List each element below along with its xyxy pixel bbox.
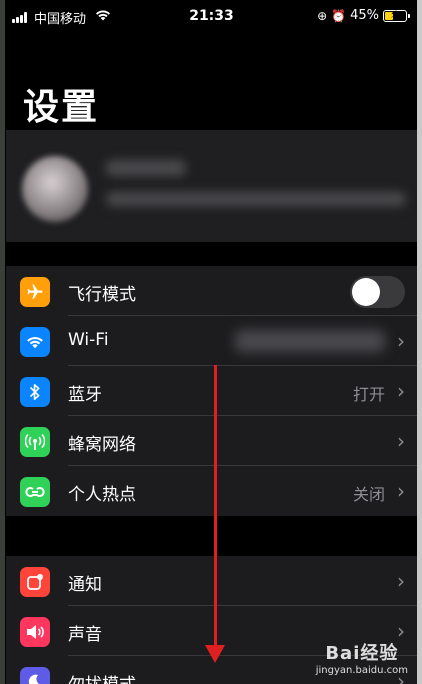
baidu-jingyan-watermark: Bai经验 jingyan.baidu.com [315, 643, 408, 676]
profile-name-blurred [106, 160, 186, 176]
settings-row-label: 蜂窝网络 [68, 435, 136, 455]
battery-percent: 45% [350, 8, 379, 23]
moon-icon [20, 667, 50, 684]
sound-icon [20, 617, 50, 647]
wifi-network-name-blurred [235, 330, 385, 352]
charging-bolt-icon: ⚡ [390, 7, 398, 21]
alarm-icon: ⏰ [331, 8, 347, 23]
page-title: 设置 [23, 87, 100, 128]
status-bar: 中国移动 21:33 ⊕ ⏰ 45% ⚡ [6, 0, 417, 36]
wifi-icon [20, 327, 50, 357]
airplane-icon [20, 277, 50, 307]
red-arrow-head [205, 645, 225, 663]
settings-row-label: 通知 [68, 575, 102, 595]
settings-row-label: Wi-Fi [68, 330, 109, 350]
settings-row-cellular[interactable]: 蜂窝网络 › [6, 416, 417, 466]
connectivity-section: 飞行模式 Wi-Fi › 蓝牙 打开 › 蜂窝网络 › 个人热点 关闭 › [6, 266, 417, 516]
settings-row-wifi[interactable]: Wi-Fi › [6, 316, 417, 366]
bluetooth-icon [20, 377, 50, 407]
battery-icon: ⚡ [383, 7, 410, 22]
settings-row-airplane-mode[interactable]: 飞行模式 [6, 266, 417, 316]
bluetooth-status-value: 打开 [352, 385, 385, 404]
airplane-mode-toggle[interactable] [350, 276, 405, 308]
notification-icon [20, 567, 50, 597]
hotspot-icon [20, 477, 50, 507]
avatar [22, 156, 88, 222]
profile-subtitle-blurred [106, 192, 406, 206]
cellular-icon [20, 427, 50, 457]
chevron-right-icon: › [397, 569, 405, 593]
settings-row-label: 声音 [68, 625, 102, 645]
settings-row-label: 个人热点 [68, 485, 136, 505]
settings-row-label: 蓝牙 [68, 385, 102, 405]
settings-row-notifications[interactable]: 通知 › [6, 556, 417, 606]
hotspot-status-value: 关闭 [352, 485, 385, 504]
settings-row-personal-hotspot[interactable]: 个人热点 关闭 › [6, 466, 417, 516]
rotation-lock-icon: ⊕ [317, 8, 328, 23]
settings-row-label: 飞行模式 [68, 285, 136, 305]
red-arrow-annotation [214, 365, 217, 651]
chevron-right-icon: › [397, 379, 405, 403]
chevron-right-icon: › [397, 429, 405, 453]
chevron-right-icon: › [397, 479, 405, 503]
settings-row-label: 勿扰模式 [68, 670, 136, 684]
left-edge-strip [0, 0, 5, 684]
settings-row-bluetooth[interactable]: 蓝牙 打开 › [6, 366, 417, 416]
right-edge-strip [417, 0, 422, 684]
apple-id-profile-card[interactable] [6, 130, 417, 242]
chevron-right-icon: › [397, 329, 405, 353]
